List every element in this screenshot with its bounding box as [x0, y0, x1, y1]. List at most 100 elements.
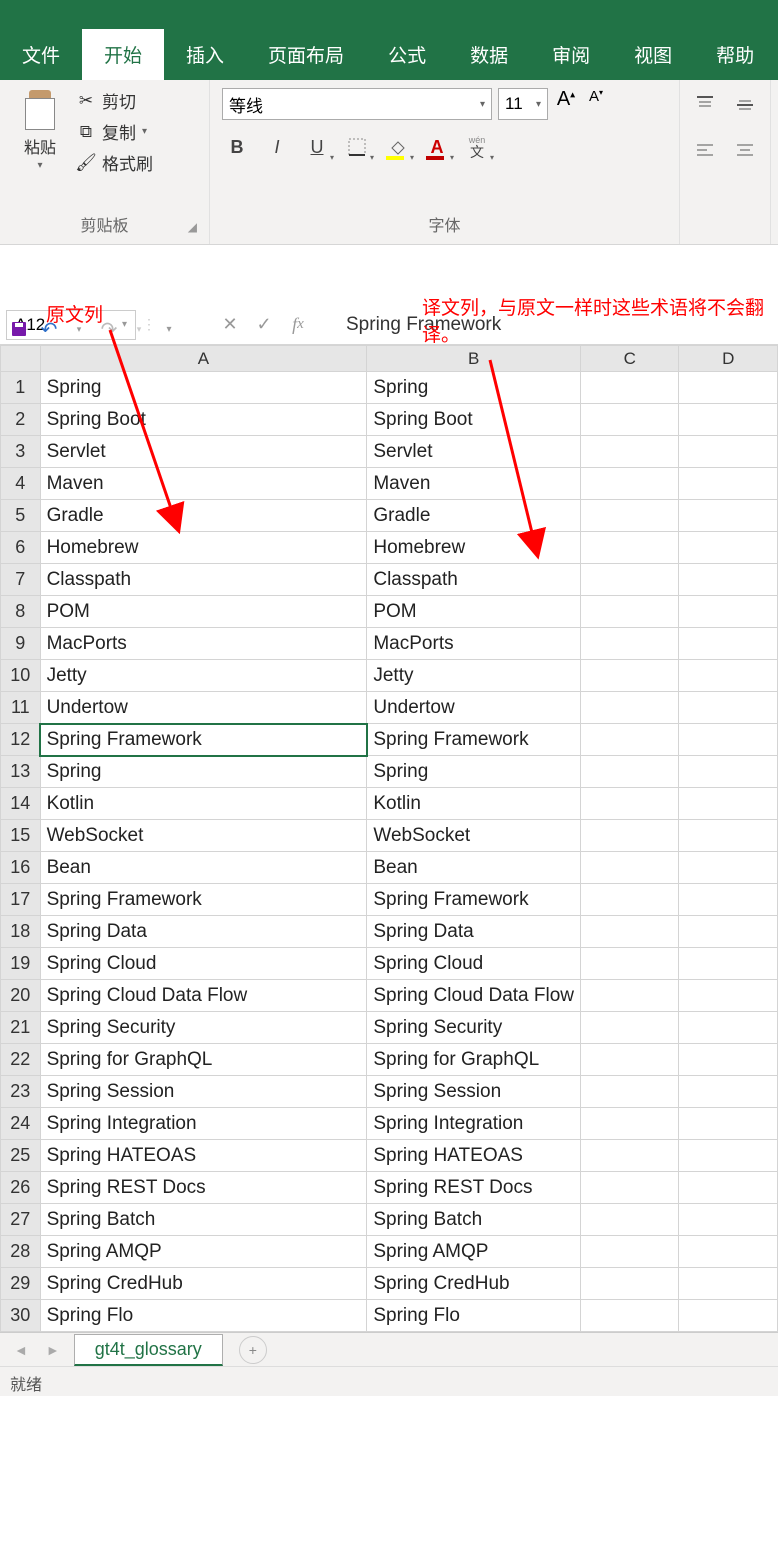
cell-B23[interactable]: Spring Session — [367, 1076, 581, 1108]
cell-B12[interactable]: Spring Framework — [367, 724, 581, 756]
cell-C23[interactable] — [581, 1076, 679, 1108]
enter-button[interactable]: ✓ — [250, 311, 278, 339]
cell-A28[interactable]: Spring AMQP — [40, 1236, 367, 1268]
cell-C11[interactable] — [581, 692, 679, 724]
cell-B13[interactable]: Spring — [367, 756, 581, 788]
cell-D8[interactable] — [679, 596, 778, 628]
cell-D23[interactable] — [679, 1076, 778, 1108]
cell-B10[interactable]: Jetty — [367, 660, 581, 692]
cell-B9[interactable]: MacPorts — [367, 628, 581, 660]
cell-A9[interactable]: MacPorts — [40, 628, 367, 660]
cell-C26[interactable] — [581, 1172, 679, 1204]
font-color-button[interactable]: A ▾ — [422, 132, 452, 162]
cell-D29[interactable] — [679, 1268, 778, 1300]
cell-D7[interactable] — [679, 564, 778, 596]
sheet-tab-active[interactable]: gt4t_glossary — [74, 1334, 223, 1366]
cell-C1[interactable] — [581, 372, 679, 404]
cell-A11[interactable]: Undertow — [40, 692, 367, 724]
cell-B17[interactable]: Spring Framework — [367, 884, 581, 916]
tab-帮助[interactable]: 帮助 — [694, 29, 776, 80]
column-header-B[interactable]: B — [367, 346, 581, 372]
cell-C28[interactable] — [581, 1236, 679, 1268]
cell-B3[interactable]: Servlet — [367, 436, 581, 468]
border-button[interactable]: ▾ — [342, 132, 372, 162]
insert-function-button[interactable]: fx — [284, 311, 312, 339]
row-header-8[interactable]: 8 — [1, 596, 41, 628]
tab-页面布局[interactable]: 页面布局 — [246, 29, 366, 80]
cell-A23[interactable]: Spring Session — [40, 1076, 367, 1108]
cell-A14[interactable]: Kotlin — [40, 788, 367, 820]
cell-B4[interactable]: Maven — [367, 468, 581, 500]
chevron-down-icon[interactable]: ▾ — [142, 126, 147, 137]
cell-A1[interactable]: Spring — [40, 372, 367, 404]
undo-button[interactable]: ↶ — [38, 318, 60, 340]
row-header-26[interactable]: 26 — [1, 1172, 41, 1204]
sheet-prev-button[interactable]: ◄ — [14, 1342, 28, 1358]
cell-C21[interactable] — [581, 1012, 679, 1044]
tab-审阅[interactable]: 审阅 — [530, 29, 612, 80]
cell-C7[interactable] — [581, 564, 679, 596]
cell-D27[interactable] — [679, 1204, 778, 1236]
column-header-D[interactable]: D — [679, 346, 778, 372]
cell-C5[interactable] — [581, 500, 679, 532]
cancel-button[interactable]: ✕ — [216, 311, 244, 339]
cell-D14[interactable] — [679, 788, 778, 820]
row-header-7[interactable]: 7 — [1, 564, 41, 596]
cell-A3[interactable]: Servlet — [40, 436, 367, 468]
chevron-down-icon[interactable]: ▾ — [37, 160, 42, 171]
cell-D19[interactable] — [679, 948, 778, 980]
increase-font-button[interactable]: A▴ — [554, 88, 578, 120]
row-header-20[interactable]: 20 — [1, 980, 41, 1012]
cell-C4[interactable] — [581, 468, 679, 500]
cell-A10[interactable]: Jetty — [40, 660, 367, 692]
cell-C12[interactable] — [581, 724, 679, 756]
cell-C27[interactable] — [581, 1204, 679, 1236]
fill-color-button[interactable]: ▾ — [382, 132, 412, 162]
cell-C8[interactable] — [581, 596, 679, 628]
cell-B30[interactable]: Spring Flo — [367, 1300, 581, 1332]
cell-A29[interactable]: Spring CredHub — [40, 1268, 367, 1300]
cell-B25[interactable]: Spring HATEOAS — [367, 1140, 581, 1172]
font-name-combo[interactable]: 等线 ▾ — [222, 88, 492, 120]
cell-B29[interactable]: Spring CredHub — [367, 1268, 581, 1300]
cell-B27[interactable]: Spring Batch — [367, 1204, 581, 1236]
cell-A2[interactable]: Spring Boot — [40, 404, 367, 436]
row-header-22[interactable]: 22 — [1, 1044, 41, 1076]
cell-D13[interactable] — [679, 756, 778, 788]
save-button[interactable] — [8, 318, 30, 340]
cell-A5[interactable]: Gradle — [40, 500, 367, 532]
cell-D6[interactable] — [679, 532, 778, 564]
cell-C17[interactable] — [581, 884, 679, 916]
row-header-5[interactable]: 5 — [1, 500, 41, 532]
cell-C2[interactable] — [581, 404, 679, 436]
cell-C14[interactable] — [581, 788, 679, 820]
cell-A16[interactable]: Bean — [40, 852, 367, 884]
row-header-25[interactable]: 25 — [1, 1140, 41, 1172]
cell-C19[interactable] — [581, 948, 679, 980]
cell-A21[interactable]: Spring Security — [40, 1012, 367, 1044]
cell-B16[interactable]: Bean — [367, 852, 581, 884]
cell-B24[interactable]: Spring Integration — [367, 1108, 581, 1140]
cell-B28[interactable]: Spring AMQP — [367, 1236, 581, 1268]
cell-B6[interactable]: Homebrew — [367, 532, 581, 564]
align-left-button[interactable] — [688, 134, 722, 168]
qat-customize[interactable]: ▾ — [158, 318, 180, 340]
cell-B20[interactable]: Spring Cloud Data Flow — [367, 980, 581, 1012]
cell-B18[interactable]: Spring Data — [367, 916, 581, 948]
cell-D11[interactable] — [679, 692, 778, 724]
cell-A24[interactable]: Spring Integration — [40, 1108, 367, 1140]
cell-D16[interactable] — [679, 852, 778, 884]
cell-C20[interactable] — [581, 980, 679, 1012]
row-header-21[interactable]: 21 — [1, 1012, 41, 1044]
row-header-17[interactable]: 17 — [1, 884, 41, 916]
row-header-14[interactable]: 14 — [1, 788, 41, 820]
cell-D9[interactable] — [679, 628, 778, 660]
tab-插入[interactable]: 插入 — [164, 29, 246, 80]
cell-C22[interactable] — [581, 1044, 679, 1076]
paste-button[interactable]: 粘贴 ▾ — [12, 88, 68, 171]
row-header-29[interactable]: 29 — [1, 1268, 41, 1300]
cell-C10[interactable] — [581, 660, 679, 692]
phonetic-button[interactable]: wén 文 ▾ — [462, 132, 492, 162]
cell-C13[interactable] — [581, 756, 679, 788]
cell-A26[interactable]: Spring REST Docs — [40, 1172, 367, 1204]
